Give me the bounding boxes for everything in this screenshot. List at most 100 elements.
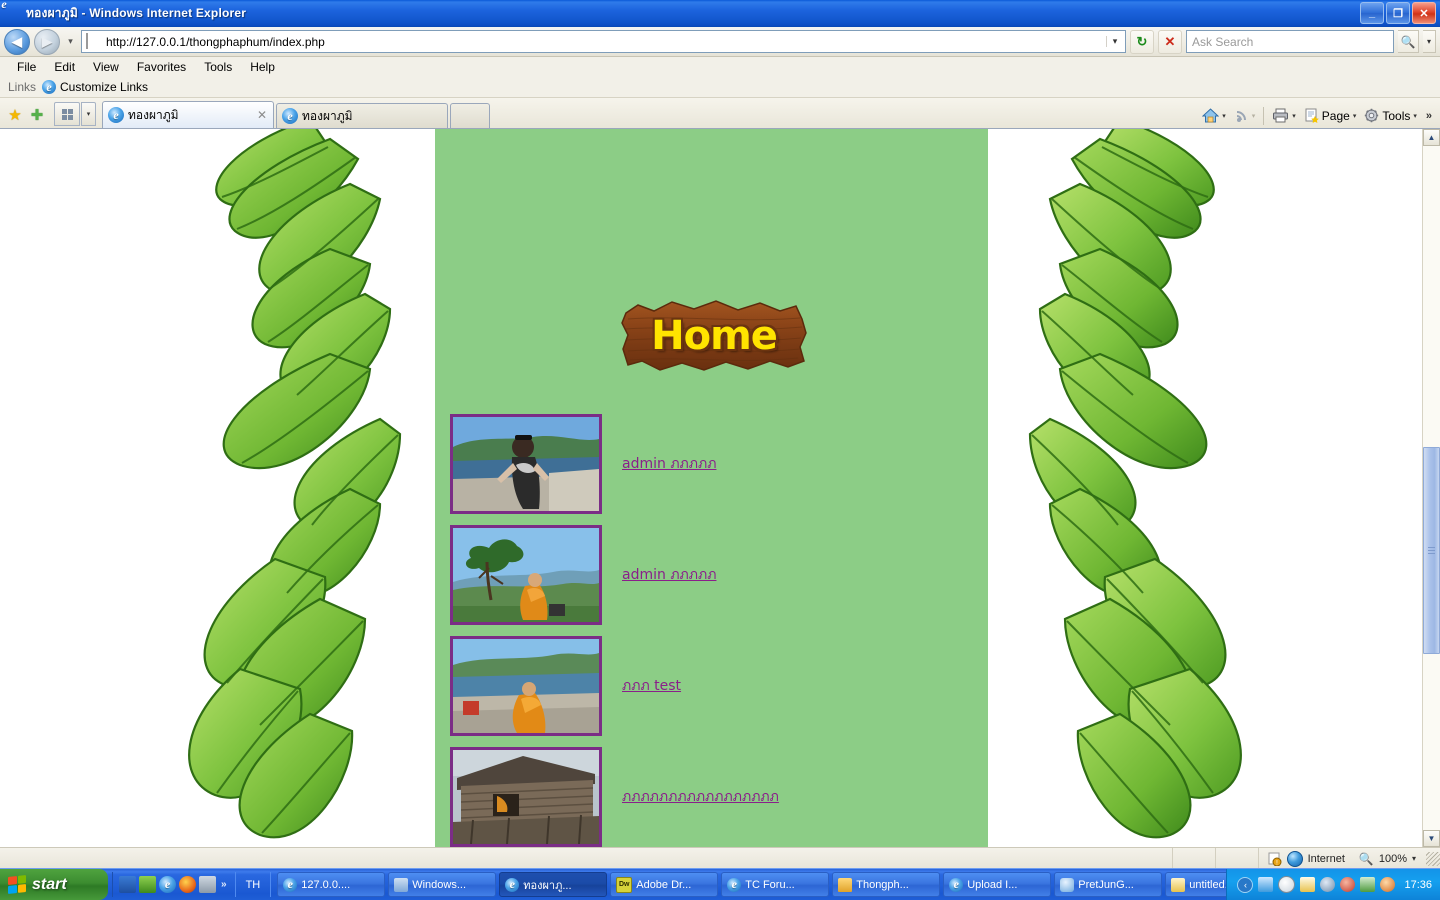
resize-grip-icon[interactable]	[1426, 851, 1440, 866]
tray-network-icon[interactable]	[1258, 877, 1274, 892]
tab-2-label: ทองผาภูมิ	[302, 108, 353, 123]
tray-adobe-icon[interactable]	[1340, 877, 1356, 892]
restore-button[interactable]: ❐	[1386, 2, 1410, 24]
quick-launch-messenger-icon[interactable]	[139, 876, 156, 893]
tab-list-dropdown-button[interactable]: ▾	[81, 102, 96, 126]
quick-launch-overflow-icon[interactable]: »	[219, 879, 229, 890]
photo-link-1[interactable]: admin ภภภภภ	[622, 453, 716, 475]
language-indicator[interactable]: TH	[236, 872, 272, 897]
taskbar-button-4[interactable]: Dw Adobe Dr...	[610, 872, 719, 897]
quick-tabs-button[interactable]	[54, 102, 80, 126]
taskbar-button-3[interactable]: ทองผาภู...	[499, 872, 608, 897]
quick-launch-bar: »	[112, 872, 236, 897]
tools-menu-button[interactable]: Tools ▾	[1361, 106, 1420, 125]
taskbar-buttons: 127.0.0.... Windows... ทองผาภู... Dw Ado…	[271, 872, 1227, 897]
photo-thumbnail-2[interactable]	[450, 525, 602, 625]
forward-button[interactable]: ▶	[34, 28, 60, 55]
title-bar: ทองผาภูมิ - Windows Internet Explorer _ …	[0, 0, 1440, 27]
home-dropdown-icon[interactable]: ▾	[1222, 112, 1226, 120]
menu-item-help[interactable]: Help	[241, 59, 284, 75]
home-banner-text: Home	[651, 313, 778, 359]
window-title: ทองผาภูมิ - Windows Internet Explorer	[26, 5, 247, 20]
photo-thumbnail-4[interactable]	[450, 747, 602, 847]
paint-icon	[1171, 877, 1186, 892]
tray-volume-icon[interactable]	[1360, 877, 1376, 892]
search-submit-button[interactable]: 🔍	[1398, 30, 1419, 53]
tray-clock-sync-icon[interactable]	[1278, 876, 1296, 893]
tab-2[interactable]: ทองผาภูมิ	[276, 103, 448, 128]
menu-item-favorites[interactable]: Favorites	[128, 59, 195, 75]
zoom-dropdown-icon[interactable]: ▾	[1412, 854, 1416, 863]
tray-update-icon[interactable]	[1380, 877, 1396, 892]
security-zone-indicator[interactable]: ! Internet	[1259, 850, 1353, 867]
back-button[interactable]: ◀	[4, 28, 30, 55]
scrollbar-thumb[interactable]	[1423, 446, 1440, 655]
taskbar-button-6[interactable]: Thongph...	[832, 872, 941, 897]
history-dropdown-button[interactable]: ▾	[64, 36, 77, 47]
windows-logo-icon	[8, 875, 26, 894]
favorites-center-icon[interactable]: ★	[4, 102, 26, 128]
messenger-icon	[1060, 877, 1075, 892]
scrollbar-track[interactable]	[1423, 146, 1440, 830]
scroll-down-button[interactable]: ▼	[1423, 830, 1440, 847]
vertical-scrollbar[interactable]: ▲ ▼	[1422, 129, 1440, 847]
page-menu-button[interactable]: Page ▾	[1301, 106, 1360, 125]
tab-bar: ★ ✚ ▾ ทองผาภูมิ ✕ ทองผาภูมิ ▾	[0, 98, 1440, 129]
windows-explorer-icon	[394, 877, 409, 892]
photo-wooden-hut	[453, 750, 599, 844]
new-tab-button[interactable]	[450, 103, 490, 128]
search-input[interactable]	[1190, 33, 1390, 50]
tools-dropdown-icon[interactable]: ▾	[1413, 112, 1417, 120]
protected-mode-icon: !	[1267, 851, 1282, 867]
menu-item-file[interactable]: File	[8, 59, 45, 75]
print-dropdown-icon[interactable]: ▾	[1292, 112, 1296, 120]
close-icon: ✕	[1419, 7, 1429, 20]
start-button[interactable]: start	[0, 869, 108, 900]
feeds-dropdown-icon: ▾	[1251, 112, 1256, 120]
tab-1[interactable]: ทองผาภูมิ ✕	[102, 101, 274, 128]
photo-thumbnail-1[interactable]	[450, 414, 602, 514]
search-box[interactable]	[1186, 30, 1394, 53]
zoom-control[interactable]: 🔍 100% ▾	[1353, 852, 1422, 866]
tab-favicon-icon	[282, 108, 298, 124]
stop-button[interactable]: ✕	[1158, 29, 1182, 54]
taskbar-clock[interactable]: 17:36	[1400, 879, 1432, 891]
taskbar-button-9[interactable]: untitled.J...	[1165, 872, 1227, 897]
photo-link-3[interactable]: ภภภ test	[622, 675, 681, 697]
menu-item-edit[interactable]: Edit	[45, 59, 84, 75]
address-input[interactable]: http://127.0.0.1/thongphaphum/index.php …	[81, 30, 1126, 53]
page-dropdown-icon[interactable]: ▾	[1353, 112, 1357, 120]
taskbar-button-7[interactable]: Upload I...	[943, 872, 1052, 897]
quick-launch-ie-icon[interactable]	[159, 876, 176, 893]
tray-expand-icon[interactable]: ‹	[1237, 876, 1254, 893]
scroll-up-button[interactable]: ▲	[1423, 129, 1440, 146]
tray-antivirus-icon[interactable]	[1320, 877, 1336, 892]
taskbar-button-2[interactable]: Windows...	[388, 872, 497, 897]
refresh-button[interactable]: ↻	[1130, 29, 1154, 54]
feeds-button[interactable]: ▾	[1231, 106, 1259, 125]
quick-launch-desktop-icon[interactable]	[199, 876, 216, 893]
tray-mail-icon[interactable]	[1300, 877, 1316, 892]
photo-link-4[interactable]: ภภภภภภภภภภภภภภภภภ	[622, 786, 779, 808]
menu-item-tools[interactable]: Tools	[195, 59, 241, 75]
dreamweaver-icon: Dw	[616, 876, 633, 893]
customize-links-item[interactable]: Customize Links	[42, 80, 148, 94]
photo-link-2[interactable]: admin ภภภภภ	[622, 564, 716, 586]
menu-item-view[interactable]: View	[84, 59, 128, 75]
minimize-button[interactable]: _	[1360, 2, 1384, 24]
address-dropdown-icon[interactable]: ▾	[1106, 36, 1123, 47]
add-to-favorites-icon[interactable]: ✚	[26, 102, 48, 128]
toolbar-overflow-button[interactable]: »	[1422, 110, 1436, 122]
print-button[interactable]: ▾	[1269, 106, 1299, 125]
tab-1-close-icon[interactable]: ✕	[256, 108, 268, 122]
close-button[interactable]: ✕	[1412, 2, 1436, 24]
home-button[interactable]: ▾	[1199, 106, 1229, 125]
taskbar-button-8[interactable]: PretJunG...	[1054, 872, 1163, 897]
taskbar-button-5[interactable]: TC Foru...	[721, 872, 830, 897]
photo-thumbnail-3[interactable]	[450, 636, 602, 736]
quick-launch-outlook-icon[interactable]	[119, 876, 136, 893]
search-provider-dropdown[interactable]: ▾	[1423, 30, 1436, 53]
taskbar-button-1[interactable]: 127.0.0....	[277, 872, 386, 897]
quick-launch-firefox-icon[interactable]	[179, 876, 196, 893]
ie-icon	[283, 877, 298, 892]
